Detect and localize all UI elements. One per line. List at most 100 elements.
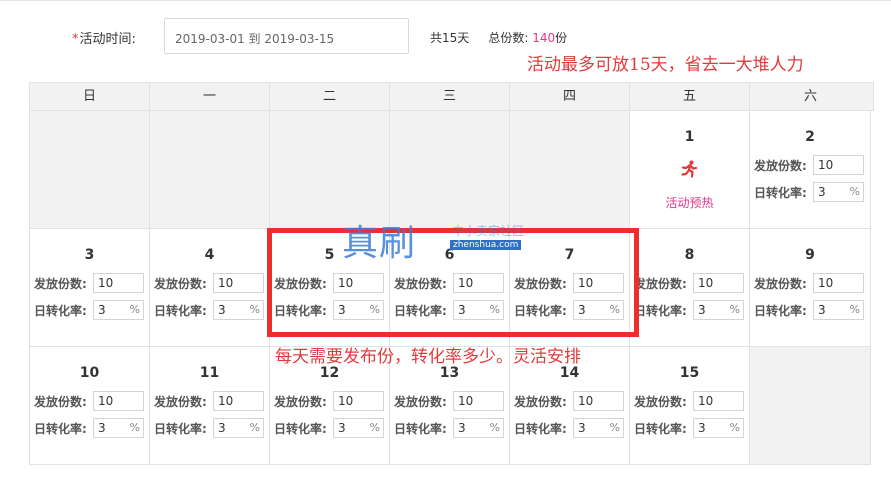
conversion-rate-value: 3 [698,421,706,435]
quantity-label: 发放份数: [274,394,327,409]
calendar-day-cell: 2 发放份数: 10 日转化率: 3% [750,111,871,229]
conversion-rate-label: 日转化率: [754,303,807,318]
annotation-max-days: 活动最多可放15天，省去一大堆人力 [527,55,804,75]
calendar-day-cell: 4 发放份数: 10 日转化率: 3% [150,229,270,347]
conversion-rate-value: 3 [338,421,346,435]
calendar-header: 日一二三四五 六 [29,82,874,111]
quantity-label: 发放份数: [754,276,807,291]
watermark-logo: 真刷 [342,223,417,264]
preheat-label: 活动预热 [665,196,714,210]
conversion-rate-input[interactable]: 3% [213,300,264,320]
quantity-input[interactable]: 10 [693,273,744,293]
conversion-rate-row: 日转化率: 3% [394,418,504,438]
calendar-empty-cell [750,347,871,465]
quantity-label: 发放份数: [154,276,207,291]
conversion-rate-input[interactable]: 3% [93,300,144,320]
calendar-empty-cell [510,111,630,229]
quantity-row: 发放份数: 10 [154,391,264,411]
weekday-header: 四 [510,83,630,110]
watermark-tagline: 中小卖家社区 [452,224,525,238]
conversion-rate-label: 日转化率: [634,421,687,436]
total-label: 总份数: [488,31,529,45]
quantity-row: 发放份数: 10 [274,391,384,411]
quantity-input[interactable]: 10 [573,391,624,411]
conversion-rate-label: 日转化率: [394,421,447,436]
conversion-rate-row: 日转化率: 3% [34,300,144,320]
day-number: 13 [439,365,460,381]
percent-sign: % [489,421,500,434]
top-divider [0,0,891,1]
conversion-rate-row: 日转化率: 3% [634,418,744,438]
percent-sign: % [729,421,740,434]
day-number: 11 [199,365,220,381]
quantity-label: 发放份数: [514,394,567,409]
conversion-rate-label: 日转化率: [634,303,687,318]
quantity-input[interactable]: 10 [453,391,504,411]
day-number: 1 [684,129,695,145]
quantity-row: 发放份数: 10 [754,273,864,293]
quantity-input[interactable]: 10 [333,391,384,411]
quantity-row: 发放份数: 10 [394,391,504,411]
quantity-row: 发放份数: 10 [634,391,744,411]
conversion-rate-label: 日转化率: [154,421,207,436]
conversion-rate-row: 日转化率: 3% [754,300,864,320]
conversion-rate-row: 日转化率: 3% [514,418,624,438]
total-value: 140 [532,31,556,45]
percent-sign: % [249,303,260,316]
quantity-input[interactable]: 10 [693,391,744,411]
conversion-rate-label: 日转化率: [274,421,327,436]
quantity-input[interactable]: 10 [213,391,264,411]
calendar-day-cell: 11 发放份数: 10 日转化率: 3% [150,347,270,465]
conversion-rate-input[interactable]: 3% [693,300,744,320]
conversion-rate-row: 日转化率: 3% [274,418,384,438]
day-number: 10 [79,365,100,381]
quantity-row: 发放份数: 10 [154,273,264,293]
quantity-input[interactable]: 10 [213,273,264,293]
quantity-label: 发放份数: [754,158,807,173]
conversion-rate-input[interactable]: 3% [93,418,144,438]
conversion-rate-value: 3 [818,185,826,199]
conversion-rate-value: 3 [458,421,466,435]
day-number: 12 [319,365,340,381]
conversion-rate-row: 日转化率: 3% [34,418,144,438]
calendar-empty-cell [270,111,390,229]
conversion-rate-input[interactable]: 3% [213,418,264,438]
percent-sign: % [849,185,860,198]
conversion-rate-input[interactable]: 3% [453,418,504,438]
weekday-header: 三 [390,83,510,110]
conversion-rate-input[interactable]: 3% [813,182,864,202]
weekday-header: 一 [150,83,270,110]
activity-time-label: *活动时间: [72,28,136,47]
calendar-day-cell: 9 发放份数: 10 日转化率: 3% [750,229,871,347]
conversion-rate-input[interactable]: 3% [813,300,864,320]
conversion-rate-value: 3 [698,303,706,317]
quantity-row: 发放份数: 10 [514,391,624,411]
conversion-rate-input[interactable]: 3% [693,418,744,438]
quantity-input[interactable]: 10 [93,391,144,411]
activity-time-row: *活动时间: 2019-03-01 到 2019-03-15 共15天 总份数:… [0,18,891,54]
quantity-input[interactable]: 10 [813,155,864,175]
date-range-input[interactable]: 2019-03-01 到 2019-03-15 [164,18,409,54]
day-number: 15 [679,365,700,381]
conversion-rate-value: 3 [818,303,826,317]
quantity-label: 发放份数: [154,394,207,409]
percent-sign: % [129,421,140,434]
conversion-rate-input[interactable]: 3% [333,418,384,438]
conversion-rate-row: 日转化率: 3% [634,300,744,320]
percent-sign: % [729,303,740,316]
day-number: 14 [559,365,580,381]
calendar-day-cell: 8 发放份数: 10 日转化率: 3% [630,229,750,347]
calendar-day-cell: 3 发放份数: 10 日转化率: 3% [30,229,150,347]
conversion-rate-label: 日转化率: [34,421,87,436]
activity-time-text: 活动时间: [79,32,136,47]
quantity-input[interactable]: 10 [813,273,864,293]
quantity-input[interactable]: 10 [93,273,144,293]
day-number: 4 [204,247,215,263]
conversion-rate-row: 日转化率: 3% [154,418,264,438]
conversion-rate-row: 日转化率: 3% [154,300,264,320]
day-number: 2 [805,129,815,145]
percent-sign: % [849,303,860,316]
conversion-rate-input[interactable]: 3% [573,418,624,438]
conversion-rate-label: 日转化率: [34,303,87,318]
quantity-label: 发放份数: [634,394,687,409]
